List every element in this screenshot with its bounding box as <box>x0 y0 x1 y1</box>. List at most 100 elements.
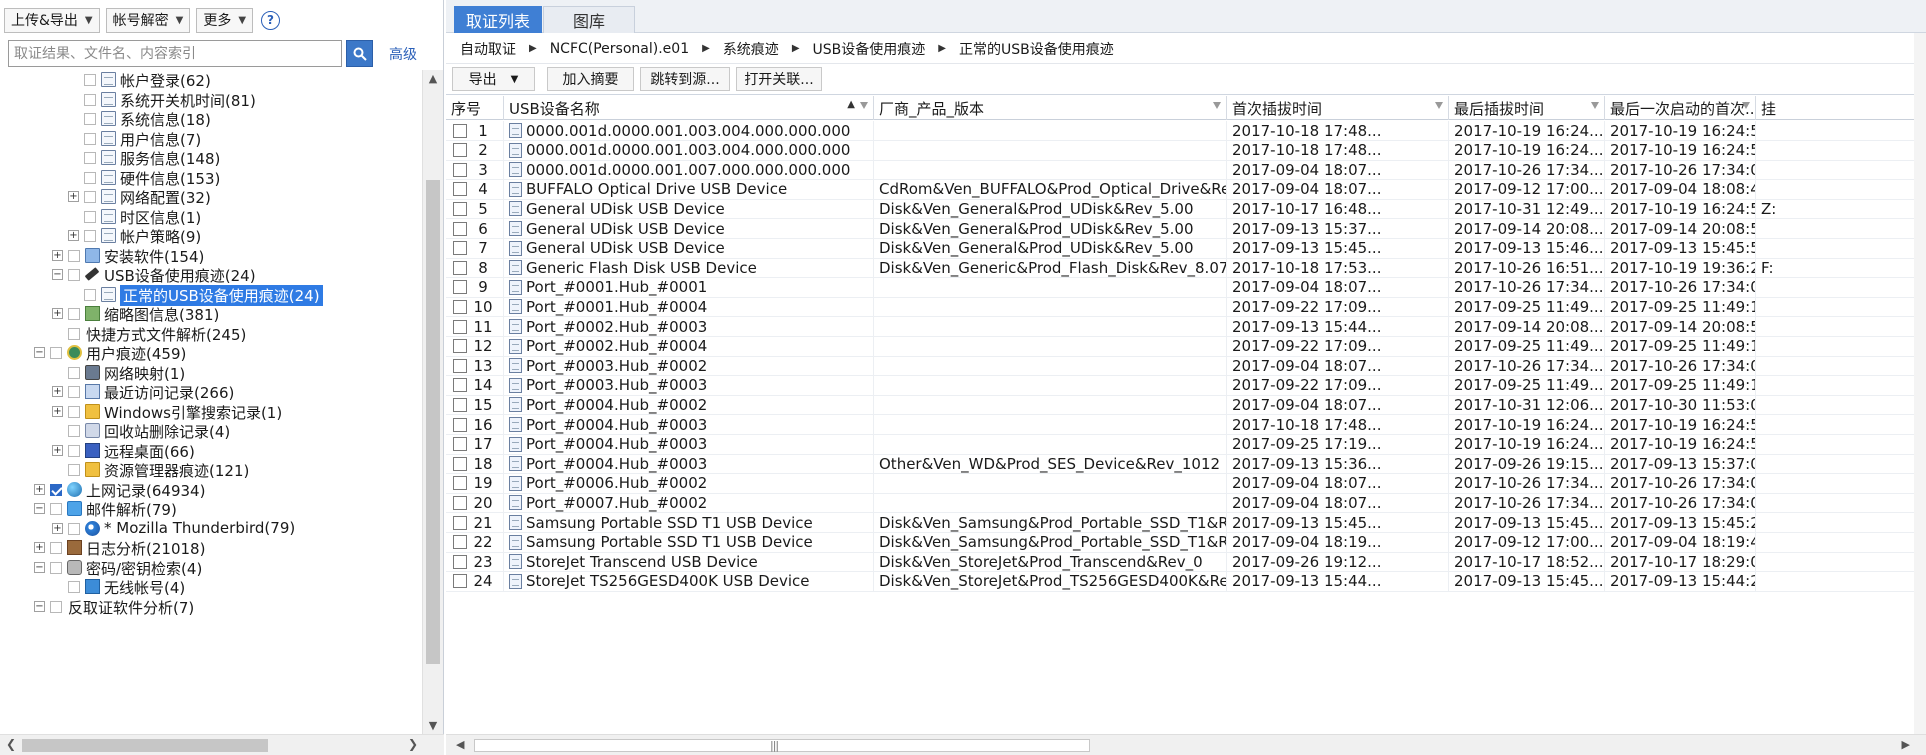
tree-checkbox[interactable] <box>84 152 96 164</box>
scroll-left-icon[interactable]: ◀ <box>456 738 464 751</box>
open-link-button[interactable]: 打开关联... <box>736 67 822 91</box>
table-row[interactable]: 3 0000.001d.0000.001.007.000.000.000.000 2… <box>446 160 1914 181</box>
tree-checkbox[interactable] <box>84 93 96 106</box>
table-row[interactable]: 21 Samsung Portable SSD T1 USB Device Disk… <box>446 513 1914 533</box>
table-row[interactable]: 20 Port_#0007.Hub_#0002 2017-09-04 18:07..… <box>446 493 1914 514</box>
tree-checkbox[interactable] <box>68 249 80 262</box>
expand-icon[interactable]: + <box>68 230 79 241</box>
table-row[interactable]: 15 Port_#0004.Hub_#0002 2017-09-04 18:07..… <box>446 395 1914 416</box>
row-checkbox[interactable] <box>453 339 467 354</box>
table-row[interactable]: 1 0000.001d.0000.001.003.004.000.000.000 2… <box>446 121 1914 141</box>
table-row[interactable]: 5 General UDisk USB Device Disk&Ven_Genera… <box>446 199 1914 220</box>
tree-horizontal-scrollbar[interactable]: ❮ ❯ <box>0 734 444 755</box>
tree-checkbox[interactable] <box>50 600 62 613</box>
tree-checkbox[interactable] <box>84 171 96 184</box>
advanced-search-link[interactable]: 高级 <box>389 44 417 64</box>
tree-checkbox[interactable] <box>68 581 80 593</box>
table-row[interactable]: 13 Port_#0003.Hub_#0002 2017-09-04 18:07..… <box>446 356 1914 377</box>
breadcrumb-item[interactable]: USB设备使用痕迹 <box>813 39 926 59</box>
tree-checkbox[interactable] <box>84 210 96 223</box>
tree-checkbox[interactable] <box>84 191 96 203</box>
expand-icon[interactable]: + <box>52 522 63 534</box>
column-header[interactable]: 最后一次启动的首次... <box>1605 96 1756 120</box>
table-row[interactable]: 9 Port_#0001.Hub_#0001 2017-09-04 18:07...… <box>446 277 1914 298</box>
filter-icon[interactable] <box>1591 102 1599 109</box>
search-button[interactable] <box>346 40 373 67</box>
expand-icon[interactable]: + <box>68 191 79 202</box>
expand-icon[interactable]: + <box>52 249 63 261</box>
table-row[interactable]: 24 StoreJet TS256GESD400K USB Device Disk&… <box>446 571 1914 592</box>
tree-checkbox[interactable] <box>68 444 80 457</box>
tree-checkbox[interactable] <box>68 366 80 379</box>
add-summary-button[interactable]: 加入摘要 <box>547 67 634 91</box>
scroll-left-icon[interactable]: ❮ <box>6 737 16 751</box>
help-icon[interactable]: ? <box>261 10 281 30</box>
tree-checkbox[interactable] <box>68 308 80 320</box>
tree-checkbox[interactable] <box>68 386 80 398</box>
row-checkbox[interactable] <box>453 417 467 432</box>
row-checkbox[interactable] <box>453 123 467 138</box>
breadcrumb-item[interactable]: 系统痕迹 <box>723 39 779 59</box>
expand-icon[interactable]: + <box>52 444 63 456</box>
tree-checkbox[interactable] <box>68 522 80 535</box>
row-checkbox[interactable] <box>453 495 467 510</box>
scroll-down-icon[interactable]: ▼ <box>423 719 443 732</box>
expand-icon[interactable]: + <box>52 308 63 319</box>
row-checkbox[interactable] <box>453 260 467 275</box>
tree-checkbox[interactable] <box>50 347 62 359</box>
account-decrypt-dropdown[interactable]: 帐号解密 ▼ <box>105 7 191 33</box>
tree-checkbox[interactable] <box>68 464 80 476</box>
tree-checkbox[interactable] <box>68 327 80 340</box>
row-checkbox[interactable] <box>453 476 467 491</box>
collapse-icon[interactable]: − <box>34 503 45 514</box>
row-checkbox[interactable] <box>453 456 467 471</box>
table-row[interactable]: 7 General UDisk USB Device Disk&Ven_Genera… <box>446 238 1914 259</box>
tree-checkbox[interactable] <box>50 483 62 496</box>
row-checkbox[interactable] <box>453 182 467 197</box>
search-input[interactable] <box>8 40 342 67</box>
breadcrumb-item[interactable]: 正常的USB设备使用痕迹 <box>959 39 1114 59</box>
row-checkbox[interactable] <box>453 535 467 550</box>
row-checkbox[interactable] <box>453 201 467 216</box>
row-checkbox[interactable] <box>453 515 467 530</box>
table-row[interactable]: 4 BUFFALO Optical Drive USB Device CdRom&V… <box>446 179 1914 200</box>
filter-icon[interactable] <box>1742 102 1750 109</box>
tree-checkbox[interactable] <box>84 288 96 301</box>
tree-checkbox[interactable] <box>50 561 62 574</box>
collapse-icon[interactable]: − <box>52 269 63 280</box>
filter-icon[interactable] <box>860 102 868 109</box>
table-row[interactable]: 12 Port_#0002.Hub_#0004 2017-09-22 17:09..… <box>446 336 1914 357</box>
collapse-icon[interactable]: − <box>34 347 45 358</box>
tree-checkbox[interactable] <box>84 132 96 145</box>
table-row[interactable]: 8 Generic Flash Disk USB Device Disk&Ven_G… <box>446 258 1914 279</box>
column-header[interactable]: USB设备名称 ▲ <box>504 96 874 120</box>
row-checkbox[interactable] <box>453 378 467 393</box>
collapse-icon[interactable]: − <box>34 561 45 573</box>
expand-icon[interactable]: + <box>34 542 45 553</box>
table-vertical-scrollbar[interactable] <box>1914 33 1926 734</box>
tree-checkbox[interactable] <box>50 542 62 554</box>
row-checkbox[interactable] <box>453 437 467 452</box>
tab-evidence-list[interactable]: 取证列表 <box>454 6 542 33</box>
table-row[interactable]: 6 General UDisk USB Device Disk&Ven_Genera… <box>446 219 1914 239</box>
breadcrumb-item[interactable]: NCFC(Personal).e01 <box>550 41 689 57</box>
row-checkbox[interactable] <box>453 299 467 314</box>
tree-vertical-scrollbar[interactable]: ▲ ▼ <box>422 70 443 734</box>
tree-checkbox[interactable] <box>84 113 96 125</box>
export-dropdown[interactable]: 导出 ▼ <box>452 67 535 91</box>
tree-checkbox[interactable] <box>68 269 80 281</box>
tab-gallery[interactable]: 图库 <box>543 6 635 33</box>
expand-icon[interactable]: + <box>52 405 63 417</box>
jump-to-source-button[interactable]: 跳转到源... <box>640 67 730 91</box>
tree-checkbox[interactable] <box>68 425 80 437</box>
tree-node[interactable]: − 反取证软件分析(7) <box>0 595 422 619</box>
row-checkbox[interactable] <box>453 397 467 412</box>
upload-export-dropdown[interactable]: 上传&导出 ▼ <box>4 7 100 33</box>
row-checkbox[interactable] <box>453 280 467 295</box>
scroll-up-icon[interactable]: ▲ <box>423 72 443 85</box>
table-row[interactable]: 17 Port_#0004.Hub_#0003 2017-09-25 17:19..… <box>446 434 1914 455</box>
scroll-right-icon[interactable]: ▶ <box>1902 738 1910 751</box>
table-row[interactable]: 22 Samsung Portable SSD T1 USB Device Disk… <box>446 532 1914 553</box>
more-dropdown[interactable]: 更多 ▼ <box>196 7 254 33</box>
scroll-thumb[interactable] <box>426 180 440 664</box>
